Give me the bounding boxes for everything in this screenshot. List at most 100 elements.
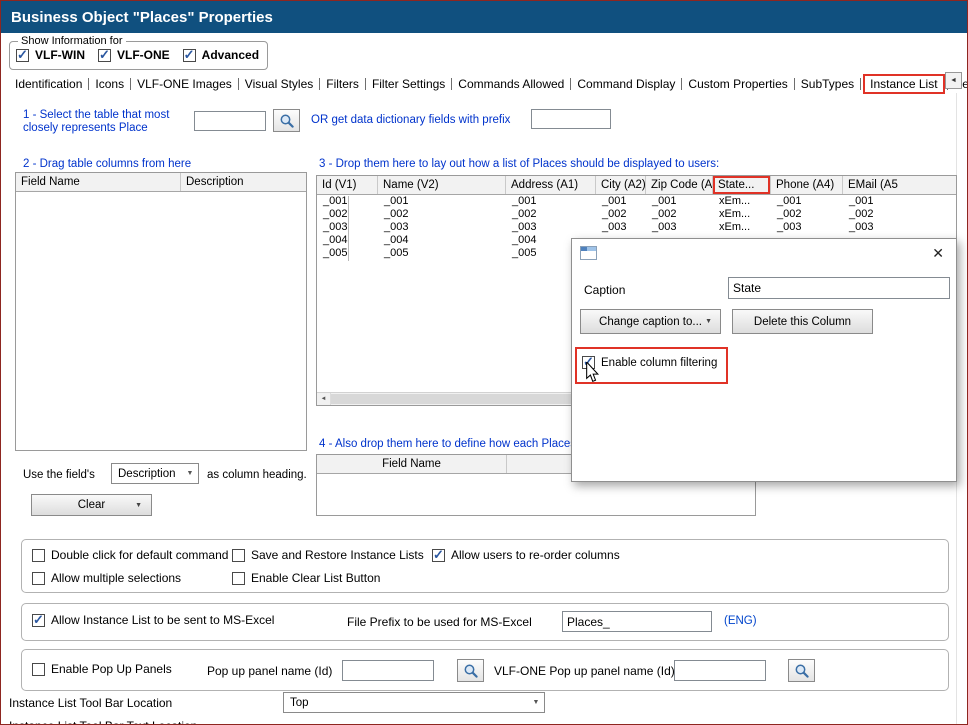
window-titlebar: Business Object "Places" Properties <box>1 1 967 33</box>
column-header-email[interactable]: EMail (A5 <box>843 176 957 194</box>
enable-column-filtering-option[interactable]: Enable column filtering <box>582 356 717 369</box>
cell: _001 <box>646 195 713 208</box>
toolbar-text-location-label: Instance List Tool Bar Text Location <box>9 719 197 725</box>
popup-panel-search-button[interactable] <box>457 659 484 682</box>
step2-label: 2 - Drag table columns from here <box>23 158 191 170</box>
down-arrow-icon: ▼ <box>528 699 544 706</box>
toolbar-location-dropdown[interactable]: Top ▼ <box>283 692 545 713</box>
vlf-one-checkbox[interactable] <box>98 49 111 62</box>
tab-vlf-one-images[interactable]: VLF-ONE Images <box>131 77 238 91</box>
advanced-option[interactable]: Advanced <box>183 48 259 62</box>
popup-panel-name-label: Pop up panel name (Id) <box>207 664 332 678</box>
tab-scroll-left-button[interactable]: ◄ <box>945 72 962 89</box>
delete-column-button[interactable]: Delete this Column <box>732 309 873 334</box>
list-options-group: Double click for default command Save an… <box>21 539 949 593</box>
vlf-one-label: VLF-ONE <box>117 48 170 62</box>
column-header-name[interactable]: Name (V2) <box>378 176 506 194</box>
cell: xEm... <box>713 195 771 208</box>
enable-popup-panels-checkbox[interactable] <box>32 663 45 676</box>
option-double-click-default-command[interactable]: Double click for default command <box>32 548 228 562</box>
source-columns-header: Field Name Description <box>16 173 306 192</box>
tab-filter-settings[interactable]: Filter Settings <box>366 77 451 91</box>
tab-commands-allowed[interactable]: Commands Allowed <box>452 77 570 91</box>
show-information-group: Show Information for VLF-WIN VLF-ONE Adv… <box>9 35 268 70</box>
toolbar-location-value: Top <box>284 697 528 709</box>
layout-table-header: Id (V1) Name (V2) Address (A1) City (A2)… <box>317 176 956 195</box>
tab-custom-properties[interactable]: Custom Properties <box>682 77 793 91</box>
table-name-input[interactable] <box>194 111 266 131</box>
vlf-win-label: VLF-WIN <box>35 48 85 62</box>
clear-button[interactable]: Clear ▼ <box>31 494 152 516</box>
cell: _001 <box>843 195 957 208</box>
change-caption-label: Change caption to... <box>599 316 702 328</box>
tab-icons[interactable]: Icons <box>89 77 130 91</box>
window-icon <box>580 246 597 263</box>
tab-subtypes[interactable]: SubTypes <box>795 77 860 91</box>
prefix-input[interactable] <box>531 109 611 129</box>
popup-panel-name-input[interactable] <box>342 660 434 681</box>
heading-field-value: Description <box>112 468 182 480</box>
vlfone-popup-panel-search-button[interactable] <box>788 659 815 682</box>
vlfone-popup-panel-input[interactable] <box>674 660 766 681</box>
vlf-one-option[interactable]: VLF-ONE <box>98 48 170 62</box>
description-column-header[interactable]: Description <box>181 173 306 191</box>
checkbox-label: Allow Instance List to be sent to MS-Exc… <box>51 613 274 627</box>
option-save-restore-lists[interactable]: Save and Restore Instance Lists <box>232 548 424 562</box>
option-enable-clear-list[interactable]: Enable Clear List Button <box>232 571 380 585</box>
cell: _002 <box>771 208 843 221</box>
cell: xEm... <box>713 221 771 234</box>
vlf-win-option[interactable]: VLF-WIN <box>16 48 85 62</box>
double-click-checkbox[interactable] <box>32 549 45 562</box>
tab-visual-styles[interactable]: Visual Styles <box>239 77 319 91</box>
column-header-city[interactable]: City (A2) <box>596 176 646 194</box>
down-arrow-icon: ▼ <box>135 502 142 509</box>
cell: _001 <box>506 195 596 208</box>
file-prefix-input[interactable] <box>562 611 712 632</box>
heading-field-dropdown[interactable]: Description ▼ <box>111 463 199 484</box>
enable-clear-list-checkbox[interactable] <box>232 572 245 585</box>
checkbox-label: Allow users to re-order columns <box>451 548 620 562</box>
field-name-column-header[interactable]: Field Name <box>317 455 507 473</box>
tab-instance-list[interactable]: Instance List <box>863 74 944 94</box>
close-icon[interactable]: ✕ <box>932 245 944 262</box>
language-link[interactable]: (ENG) <box>724 615 757 627</box>
cell: _005 <box>378 247 506 260</box>
vlf-win-checkbox[interactable] <box>16 49 29 62</box>
advanced-checkbox[interactable] <box>183 49 196 62</box>
option-send-to-excel[interactable]: Allow Instance List to be sent to MS-Exc… <box>32 613 274 627</box>
caption-input[interactable] <box>728 277 950 299</box>
column-header-zipcode[interactable]: Zip Code (A3) <box>646 176 713 194</box>
column-properties-dialog: ✕ Caption Change caption to... ▼ Delete … <box>571 238 957 482</box>
send-to-excel-checkbox[interactable] <box>32 614 45 627</box>
reorder-columns-checkbox[interactable] <box>432 549 445 562</box>
cell: _003 <box>771 221 843 234</box>
checkbox-label: Save and Restore Instance Lists <box>251 548 424 562</box>
cell: _001 <box>771 195 843 208</box>
field-name-column-header[interactable]: Field Name <box>16 173 181 191</box>
cell: _003 <box>646 221 713 234</box>
search-icon <box>279 113 295 129</box>
cell: _001 <box>596 195 646 208</box>
column-header-state[interactable]: State... <box>713 176 771 194</box>
save-restore-checkbox[interactable] <box>232 549 245 562</box>
change-caption-button[interactable]: Change caption to... ▼ <box>580 309 721 334</box>
column-header-phone[interactable]: Phone (A4) <box>771 176 843 194</box>
column-header-id[interactable]: Id (V1) <box>317 176 378 194</box>
table-row: _003_003_003_003_003xEm..._003_003 <box>317 221 956 234</box>
checkbox-label: Allow multiple selections <box>51 571 181 585</box>
tab-command-display[interactable]: Command Display <box>571 77 681 91</box>
option-reorder-columns[interactable]: Allow users to re-order columns <box>432 548 620 562</box>
option-multiple-selections[interactable]: Allow multiple selections <box>32 571 181 585</box>
option-enable-popup-panels[interactable]: Enable Pop Up Panels <box>32 662 172 676</box>
column-header-address[interactable]: Address (A1) <box>506 176 596 194</box>
scroll-left-arrow-icon[interactable]: ◄ <box>317 393 331 405</box>
mouse-cursor-icon <box>585 362 600 383</box>
or-prefix-label: OR get data dictionary fields with prefi… <box>311 114 510 126</box>
tab-identification[interactable]: Identification <box>9 77 88 91</box>
multiple-selections-checkbox[interactable] <box>32 572 45 585</box>
tab-filters[interactable]: Filters <box>320 77 365 91</box>
table-search-button[interactable] <box>273 109 300 132</box>
left-arrow-icon: ◄ <box>950 77 957 84</box>
show-information-legend: Show Information for <box>18 35 126 47</box>
cell: xEm... <box>713 208 771 221</box>
